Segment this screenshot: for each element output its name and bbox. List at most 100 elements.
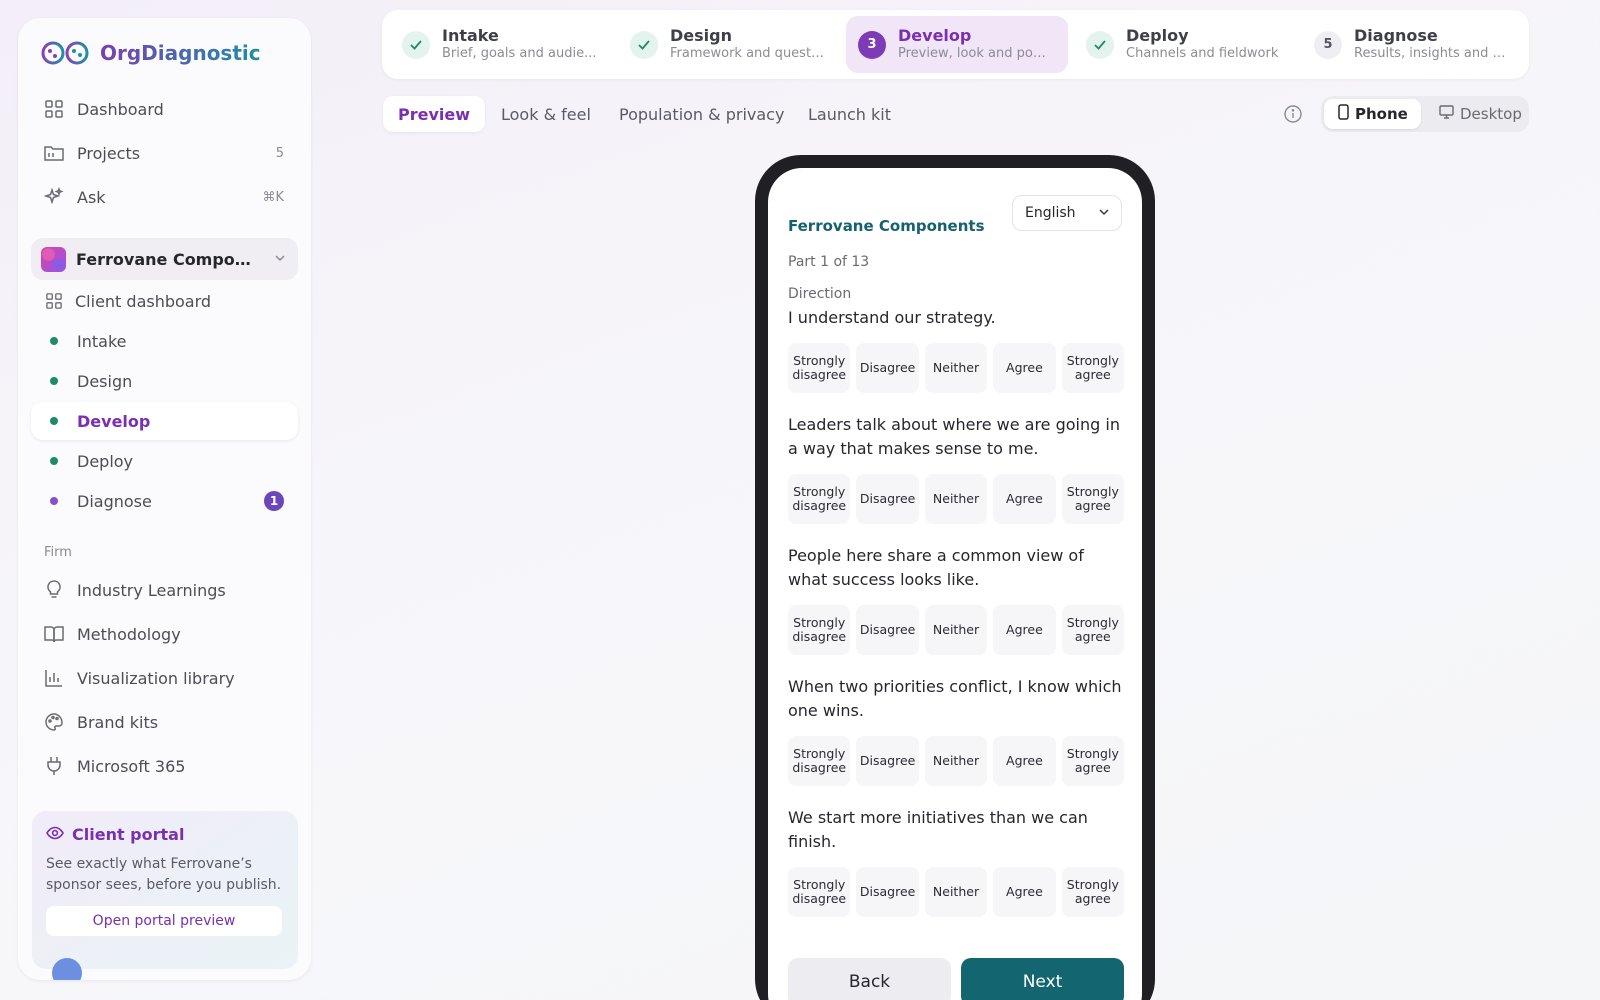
sidebar-item-diagnose[interactable]: Diagnose 1 (31, 482, 298, 520)
check-icon (630, 30, 658, 59)
sidebar-item-develop[interactable]: Develop (31, 402, 298, 440)
likert-option-neither[interactable]: Neither (924, 736, 988, 786)
sidebar-item-intake[interactable]: Intake (31, 322, 298, 360)
sparkle-icon (44, 187, 64, 207)
step-subtitle: Channels and fieldwork (1126, 45, 1279, 61)
survey-brand: Ferrovane Components (788, 217, 985, 235)
firm-section-label: Firm (44, 545, 72, 560)
info-icon[interactable] (1283, 104, 1303, 124)
phone-toggle-button[interactable]: Phone (1324, 99, 1421, 129)
likert-option-strongly-agree[interactable]: Strongly agree (1061, 605, 1125, 655)
tab-launch-kit[interactable]: Launch kit (793, 96, 906, 132)
nav-ask[interactable]: Ask ⌘K (31, 177, 298, 217)
step-title: Deploy (1126, 25, 1189, 45)
likert-scale: Strongly disagree Disagree Neither Agree … (788, 474, 1125, 524)
nav-projects[interactable]: Projects 5 (31, 133, 298, 173)
stage-label: Deploy (77, 451, 134, 471)
language-value: English (1025, 205, 1076, 221)
workflow-stepper: Intake Brief, goals and audie... Design … (382, 10, 1529, 79)
likert-option-neither[interactable]: Neither (924, 605, 988, 655)
question-text: When two priorities conflict, I know whi… (788, 677, 1122, 720)
step-title: Diagnose (1354, 25, 1438, 45)
tab-population-privacy[interactable]: Population & privacy (604, 96, 799, 132)
likert-option-agree[interactable]: Agree (993, 867, 1056, 917)
language-select[interactable]: English (1012, 195, 1122, 231)
open-portal-preview-button[interactable]: Open portal preview (46, 906, 282, 936)
lightbulb-icon (44, 580, 64, 600)
likert-option-agree[interactable]: Agree (993, 343, 1056, 393)
likert-option-agree[interactable]: Agree (993, 474, 1056, 524)
client-dashboard-link[interactable]: Client dashboard (31, 282, 298, 320)
tab-look-and-feel[interactable]: Look & feel (486, 96, 606, 132)
sidebar: OrgDiagnostic Dashboard Projects 5 Ask ⌘… (18, 18, 311, 980)
likert-option-neither[interactable]: Neither (924, 343, 988, 393)
step-deploy[interactable]: Deploy Channels and fieldwork (1074, 16, 1294, 73)
step-subtitle: Preview, look and pop... (898, 45, 1053, 61)
likert-option-strongly-agree[interactable]: Strongly agree (1061, 867, 1125, 917)
notification-badge: 1 (264, 491, 284, 511)
back-button[interactable]: Back (788, 958, 951, 1000)
projects-count: 5 (275, 145, 284, 161)
likert-option-neither[interactable]: Neither (924, 474, 988, 524)
nav-methodology[interactable]: Methodology (31, 614, 298, 654)
step-develop[interactable]: 3 Develop Preview, look and pop... (846, 16, 1068, 73)
likert-option-strongly-agree[interactable]: Strongly agree (1061, 343, 1125, 393)
client-name: Ferrovane Compone... (76, 249, 261, 269)
next-button[interactable]: Next (961, 958, 1124, 1000)
likert-option-disagree[interactable]: Disagree (856, 343, 919, 393)
grid-icon (44, 99, 64, 119)
likert-scale: Strongly disagree Disagree Neither Agree … (788, 605, 1125, 655)
likert-option-agree[interactable]: Agree (993, 605, 1056, 655)
likert-option-strongly-disagree[interactable]: Strongly disagree (788, 605, 851, 655)
likert-option-strongly-disagree[interactable]: Strongly disagree (788, 343, 851, 393)
likert-option-agree[interactable]: Agree (993, 736, 1056, 786)
step-number: 5 (1314, 30, 1342, 59)
desktop-toggle-button[interactable]: Desktop (1425, 99, 1529, 129)
likert-scale: Strongly disagree Disagree Neither Agree … (788, 343, 1125, 393)
nav-visualization-library[interactable]: Visualization library (31, 658, 298, 698)
likert-option-disagree[interactable]: Disagree (856, 736, 919, 786)
nav-microsoft-365[interactable]: Microsoft 365 (31, 746, 298, 786)
step-subtitle: Results, insights and r... (1354, 45, 1509, 61)
sidebar-item-design[interactable]: Design (31, 362, 298, 400)
client-switcher[interactable]: Ferrovane Compone... (31, 238, 298, 280)
likert-option-strongly-disagree[interactable]: Strongly disagree (788, 867, 851, 917)
step-diagnose[interactable]: 5 Diagnose Results, insights and r... (1302, 16, 1524, 73)
bar-chart-icon (44, 668, 64, 688)
stage-label: Design (77, 371, 133, 391)
check-icon (402, 30, 430, 59)
status-dot (50, 417, 58, 425)
step-intake[interactable]: Intake Brief, goals and audie... (390, 16, 610, 73)
avatar[interactable] (52, 958, 82, 980)
likert-option-disagree[interactable]: Disagree (856, 867, 919, 917)
step-design[interactable]: Design Framework and questi... (618, 16, 838, 73)
likert-option-strongly-agree[interactable]: Strongly agree (1061, 474, 1125, 524)
step-subtitle: Framework and questi... (670, 45, 825, 61)
likert-option-disagree[interactable]: Disagree (856, 474, 919, 524)
sidebar-item-deploy[interactable]: Deploy (31, 442, 298, 480)
question-text: I understand our strategy. (788, 308, 996, 327)
nav-label: Ask (77, 187, 106, 207)
likert-scale: Strongly disagree Disagree Neither Agree … (788, 867, 1125, 917)
likert-scale: Strongly disagree Disagree Neither Agree … (788, 736, 1125, 786)
phone-frame: Ferrovane Components English Part 1 of 1… (755, 155, 1155, 1000)
likert-option-strongly-disagree[interactable]: Strongly disagree (788, 474, 851, 524)
stage-label: Diagnose (77, 491, 152, 511)
nav-dashboard[interactable]: Dashboard (31, 89, 298, 129)
device-toggle: Phone Desktop (1321, 96, 1529, 132)
nav-label: Dashboard (77, 99, 164, 119)
stage-label: Develop (77, 411, 151, 431)
app-logo[interactable]: OrgDiagnostic (40, 40, 261, 66)
likert-option-strongly-disagree[interactable]: Strongly disagree (788, 736, 851, 786)
likert-option-strongly-agree[interactable]: Strongly agree (1061, 736, 1125, 786)
likert-option-neither[interactable]: Neither (924, 867, 988, 917)
likert-option-disagree[interactable]: Disagree (856, 605, 919, 655)
nav-label: Visualization library (77, 668, 235, 688)
chevron-down-icon (274, 252, 286, 267)
status-dot (50, 497, 58, 505)
folder-icon (44, 143, 64, 163)
monitor-icon (1439, 105, 1454, 123)
nav-industry-learnings[interactable]: Industry Learnings (31, 570, 298, 610)
tab-preview[interactable]: Preview (383, 96, 486, 132)
nav-brand-kits[interactable]: Brand kits (31, 702, 298, 742)
